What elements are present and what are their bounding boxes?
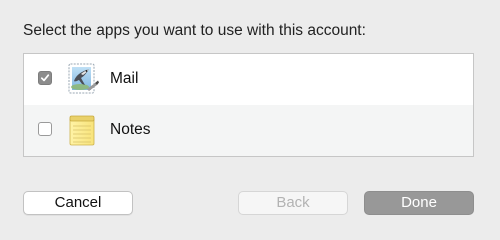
app-label-mail: Mail <box>110 70 139 87</box>
app-label-notes: Notes <box>110 121 151 138</box>
app-row-notes[interactable]: Notes <box>24 105 473 156</box>
notes-icon <box>64 112 100 148</box>
mail-icon <box>64 61 100 97</box>
done-button[interactable]: Done <box>364 191 474 215</box>
app-row-mail[interactable]: Mail <box>24 54 473 105</box>
app-list: Mail Notes <box>23 53 474 157</box>
mail-checkbox[interactable] <box>38 71 52 85</box>
notes-checkbox[interactable] <box>38 122 52 136</box>
cancel-button[interactable]: Cancel <box>23 191 133 215</box>
checkmark-icon <box>40 74 50 82</box>
back-button[interactable]: Back <box>238 191 348 215</box>
prompt-text: Select the apps you want to use with thi… <box>23 22 366 39</box>
